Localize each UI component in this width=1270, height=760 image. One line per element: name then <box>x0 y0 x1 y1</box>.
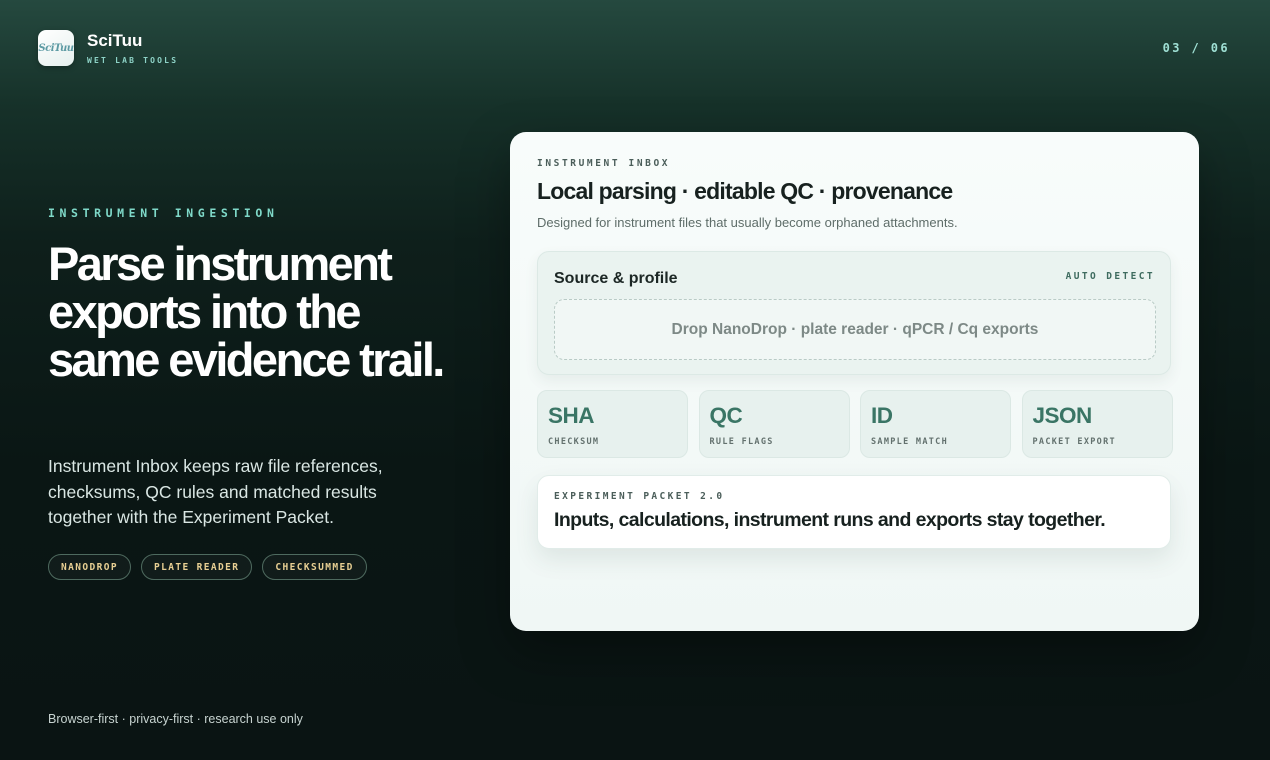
card-description: Designed for instrument files that usual… <box>537 215 958 230</box>
brand-name: SciTuu <box>87 31 143 50</box>
brand: SciTuu SciTuu WET LAB TOOLS <box>38 30 178 66</box>
brand-text: SciTuu WET LAB TOOLS <box>87 31 178 65</box>
feature-label: CHECKSUM <box>548 437 600 447</box>
feature-tiles: SHA CHECKSUM QC RULE FLAGS ID SAMPLE MAT… <box>537 390 1173 458</box>
hero-eyebrow: INSTRUMENT INGESTION <box>48 206 279 220</box>
packet-title: Inputs, calculations, instrument runs an… <box>554 509 1106 531</box>
feature-tile-id: ID SAMPLE MATCH <box>860 390 1011 458</box>
source-profile-panel: Source & profile AUTO DETECT Drop NanoDr… <box>537 251 1171 375</box>
feature-tile-qc: QC RULE FLAGS <box>698 390 850 458</box>
feature-tile-checksum: SHA CHECKSUM <box>537 390 688 458</box>
feature-title: SHA <box>548 403 595 428</box>
footer-note: Browser-first · privacy-first · research… <box>48 712 303 726</box>
hero-headline: Parse instrument exports into the same e… <box>48 237 445 386</box>
feature-tile-json: JSON PACKET EXPORT <box>1021 390 1173 458</box>
brand-subtitle: WET LAB TOOLS <box>87 56 179 65</box>
chip-nanodrop: NANODROP <box>48 554 131 580</box>
chip-checksummed: CHECKSUMMED <box>262 554 367 580</box>
feature-label: RULE FLAGS <box>709 437 774 447</box>
file-dropzone[interactable]: Drop NanoDrop · plate reader · qPCR / Cq… <box>554 299 1156 360</box>
slide-counter: 03 / 06 <box>1162 41 1230 55</box>
logo-text: SciTuu <box>38 42 74 54</box>
feature-label: PACKET EXPORT <box>1032 437 1116 447</box>
experiment-packet-panel: EXPERIMENT PACKET 2.0 Inputs, calculatio… <box>537 475 1171 549</box>
tag-chips: NANODROP PLATE READER CHECKSUMMED <box>48 554 377 580</box>
card-eyebrow: INSTRUMENT INBOX <box>537 158 671 169</box>
feature-title: QC <box>709 403 743 428</box>
card-title: Local parsing · editable QC · provenance <box>537 178 953 204</box>
source-title: Source & profile <box>554 270 678 287</box>
auto-detect-button[interactable]: AUTO DETECT <box>1066 271 1155 282</box>
instrument-inbox-card: INSTRUMENT INBOX Local parsing · editabl… <box>510 132 1199 631</box>
scituu-logo-icon: SciTuu <box>38 30 74 66</box>
hero-lede: Instrument Inbox keeps raw file referenc… <box>48 456 383 527</box>
feature-title: JSON <box>1032 403 1093 428</box>
feature-label: SAMPLE MATCH <box>871 437 949 447</box>
packet-eyebrow: EXPERIMENT PACKET 2.0 <box>554 491 725 502</box>
chip-plate-reader: PLATE READER <box>140 554 253 580</box>
feature-title: ID <box>871 403 893 428</box>
